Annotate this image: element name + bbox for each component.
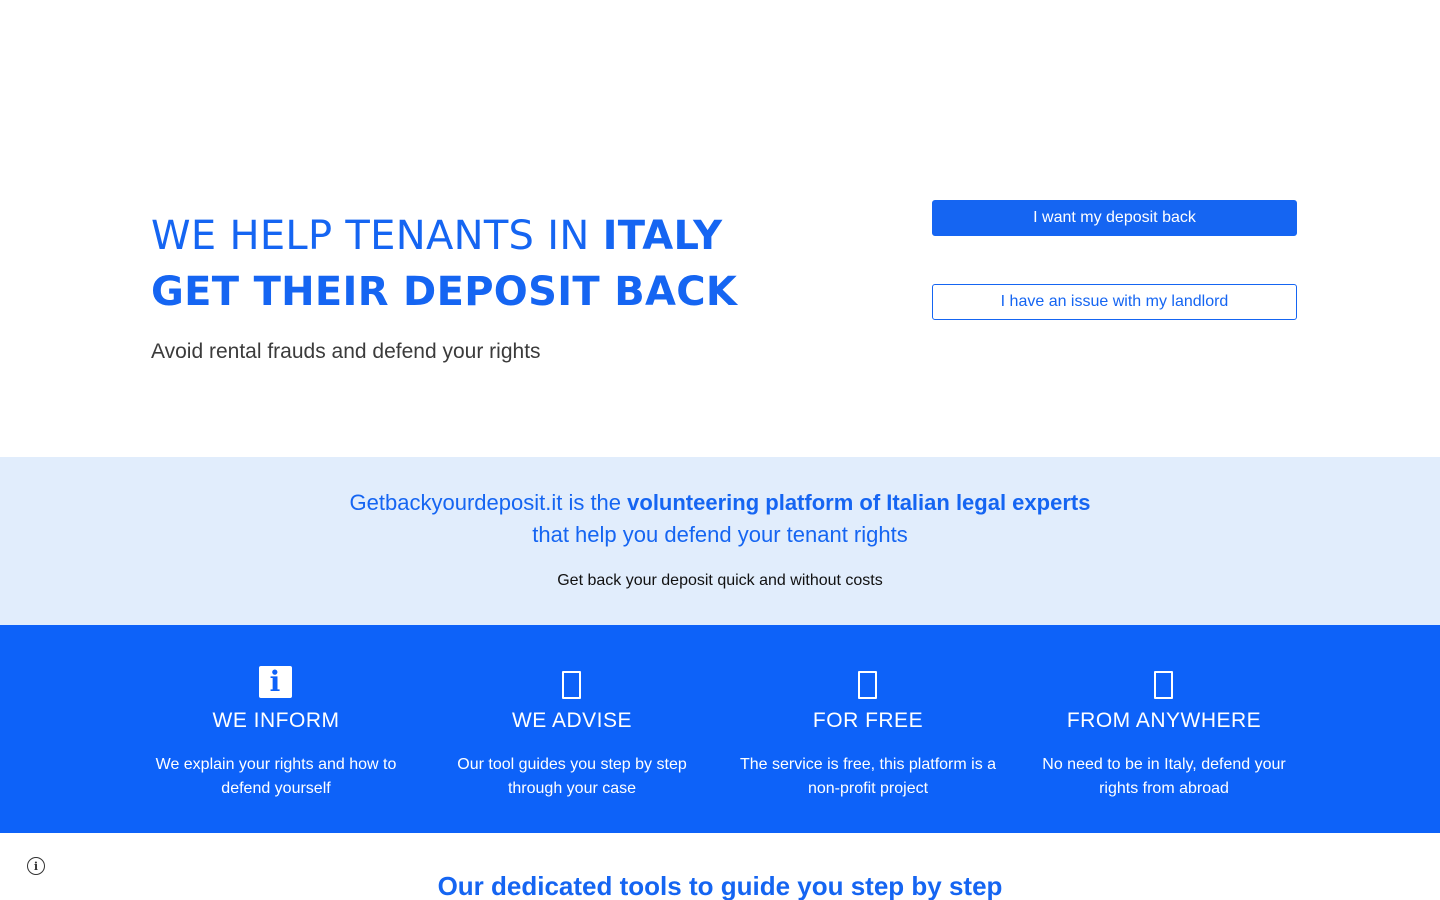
intro-text-part-1: Getbackyourdeposit.it is the — [349, 490, 628, 515]
advise-icon-placeholder — [561, 671, 581, 699]
hero-title: WE HELP TENANTS IN ITALY GET THEIR DEPOS… — [151, 208, 871, 320]
free-icon-placeholder — [857, 671, 877, 699]
advise-icon — [554, 665, 588, 699]
hero-section: WE HELP TENANTS IN ITALY GET THEIR DEPOS… — [0, 0, 1440, 457]
feature-title: FROM ANYWHERE — [1066, 709, 1262, 732]
hero-title-line-1: WE HELP TENANTS IN ITALY — [151, 208, 871, 264]
feature-description: Our tool guides you step by step through… — [457, 756, 687, 797]
tools-heading: Our dedicated tools to guide you step by… — [437, 871, 1003, 900]
free-icon — [850, 665, 884, 699]
feature-description: No need to be in Italy, defend your righ… — [1042, 756, 1286, 797]
hero-title-line-2: GET THEIR DEPOSIT BACK — [151, 269, 738, 315]
site-info-icon[interactable]: i — [27, 857, 45, 875]
info-icon: i — [258, 665, 292, 699]
intro-text-part-2: that help you defend your tenant rights — [532, 522, 908, 547]
feature-title: WE INFORM — [212, 709, 340, 732]
feature-description: The service is free, this platform is a … — [739, 756, 997, 797]
feature-title: WE ADVISE — [511, 709, 633, 732]
info-icon-glyph: i — [258, 666, 292, 698]
hero-subtitle: Avoid rental frauds and defend your righ… — [151, 340, 541, 363]
page: WE HELP TENANTS IN ITALY GET THEIR DEPOS… — [0, 0, 1440, 900]
feature-description: We explain your rights and how to defend… — [155, 756, 397, 797]
globe-icon-placeholder — [1153, 671, 1173, 699]
landlord-issue-button[interactable]: I have an issue with my landlord — [932, 284, 1297, 320]
intro-text: Getbackyourdeposit.it is the volunteerin… — [340, 487, 1100, 551]
intro-section: Getbackyourdeposit.it is the volunteerin… — [0, 457, 1440, 625]
hero-title-bold-italy: ITALY — [602, 213, 723, 259]
feature-title: FOR FREE — [812, 709, 924, 732]
features-section: i WE INFORM We explain your rights and h… — [0, 625, 1440, 833]
deposit-back-button[interactable]: I want my deposit back — [932, 200, 1297, 236]
intro-subtext: Get back your deposit quick and without … — [557, 572, 883, 589]
intro-text-bold: volunteering platform of Italian legal e… — [627, 490, 1091, 515]
hero-title-regular: WE HELP TENANTS IN — [151, 213, 603, 259]
globe-icon — [1146, 665, 1180, 699]
